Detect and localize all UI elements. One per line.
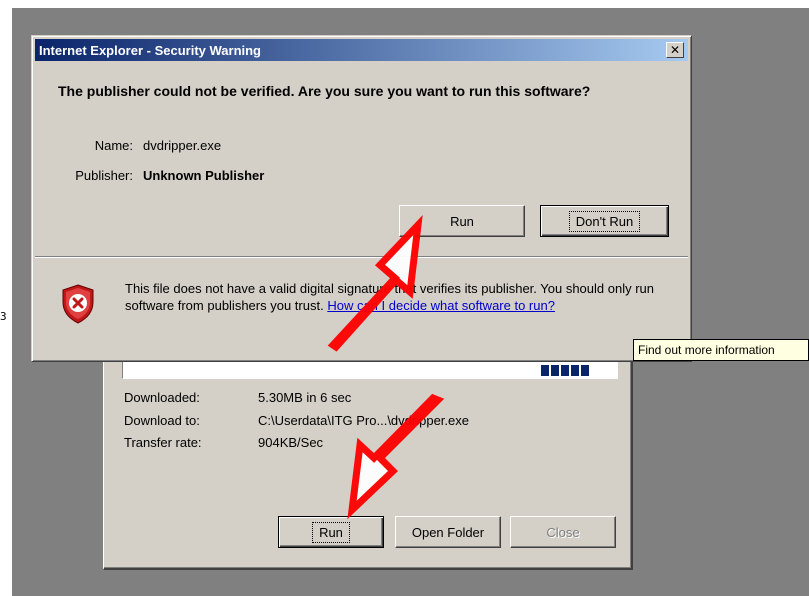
downloaded-value: 5.30MB in 6 sec	[258, 390, 352, 405]
separator	[35, 256, 688, 258]
download-close-label: Close	[546, 524, 580, 540]
progress-block	[571, 365, 579, 376]
progress-block	[551, 365, 559, 376]
open-folder-label: Open Folder	[411, 524, 485, 540]
download-run-button[interactable]: Run	[278, 516, 384, 548]
progress-block	[541, 365, 549, 376]
progress-block	[581, 365, 589, 376]
progress-blocks	[541, 365, 589, 376]
download-run-label: Run	[312, 521, 350, 543]
help-link[interactable]: How can I decide what software to run?	[327, 298, 555, 313]
transfer-rate-label: Transfer rate:	[124, 435, 202, 450]
downloaded-label: Downloaded:	[124, 390, 200, 405]
shield-x-icon	[62, 284, 94, 324]
close-icon: ✕	[669, 43, 681, 57]
download-to-value: C:\Userdata\ITG Pro...\dvdripper.exe	[258, 413, 469, 428]
signature-warning-text: This file does not have a valid digital …	[125, 280, 655, 314]
run-label: Run	[450, 213, 474, 229]
name-label: Name:	[94, 138, 133, 153]
dont-run-label: Don't Run	[568, 210, 641, 232]
download-to-label: Download to:	[124, 413, 200, 428]
tooltip: Find out more information	[633, 339, 809, 361]
publisher-value: Unknown Publisher	[143, 168, 265, 183]
open-folder-button[interactable]: Open Folder	[395, 516, 501, 548]
download-close-button[interactable]: Close	[510, 516, 616, 548]
run-button[interactable]: Run	[399, 205, 525, 237]
edge-mark: 3	[0, 310, 7, 323]
security-warning-dialog: Internet Explorer - Security Warning ✕ T…	[31, 35, 692, 362]
close-button[interactable]: ✕	[666, 42, 684, 58]
transfer-rate-value: 904KB/Sec	[258, 435, 324, 450]
progress-block	[561, 365, 569, 376]
title-bar[interactable]: Internet Explorer - Security Warning ✕	[35, 39, 688, 61]
name-value: dvdripper.exe	[143, 138, 222, 153]
window-title: Internet Explorer - Security Warning	[39, 42, 262, 58]
verification-question: The publisher could not be verified. Are…	[58, 83, 591, 99]
publisher-label: Publisher:	[75, 168, 133, 183]
dont-run-button[interactable]: Don't Run	[540, 205, 669, 237]
